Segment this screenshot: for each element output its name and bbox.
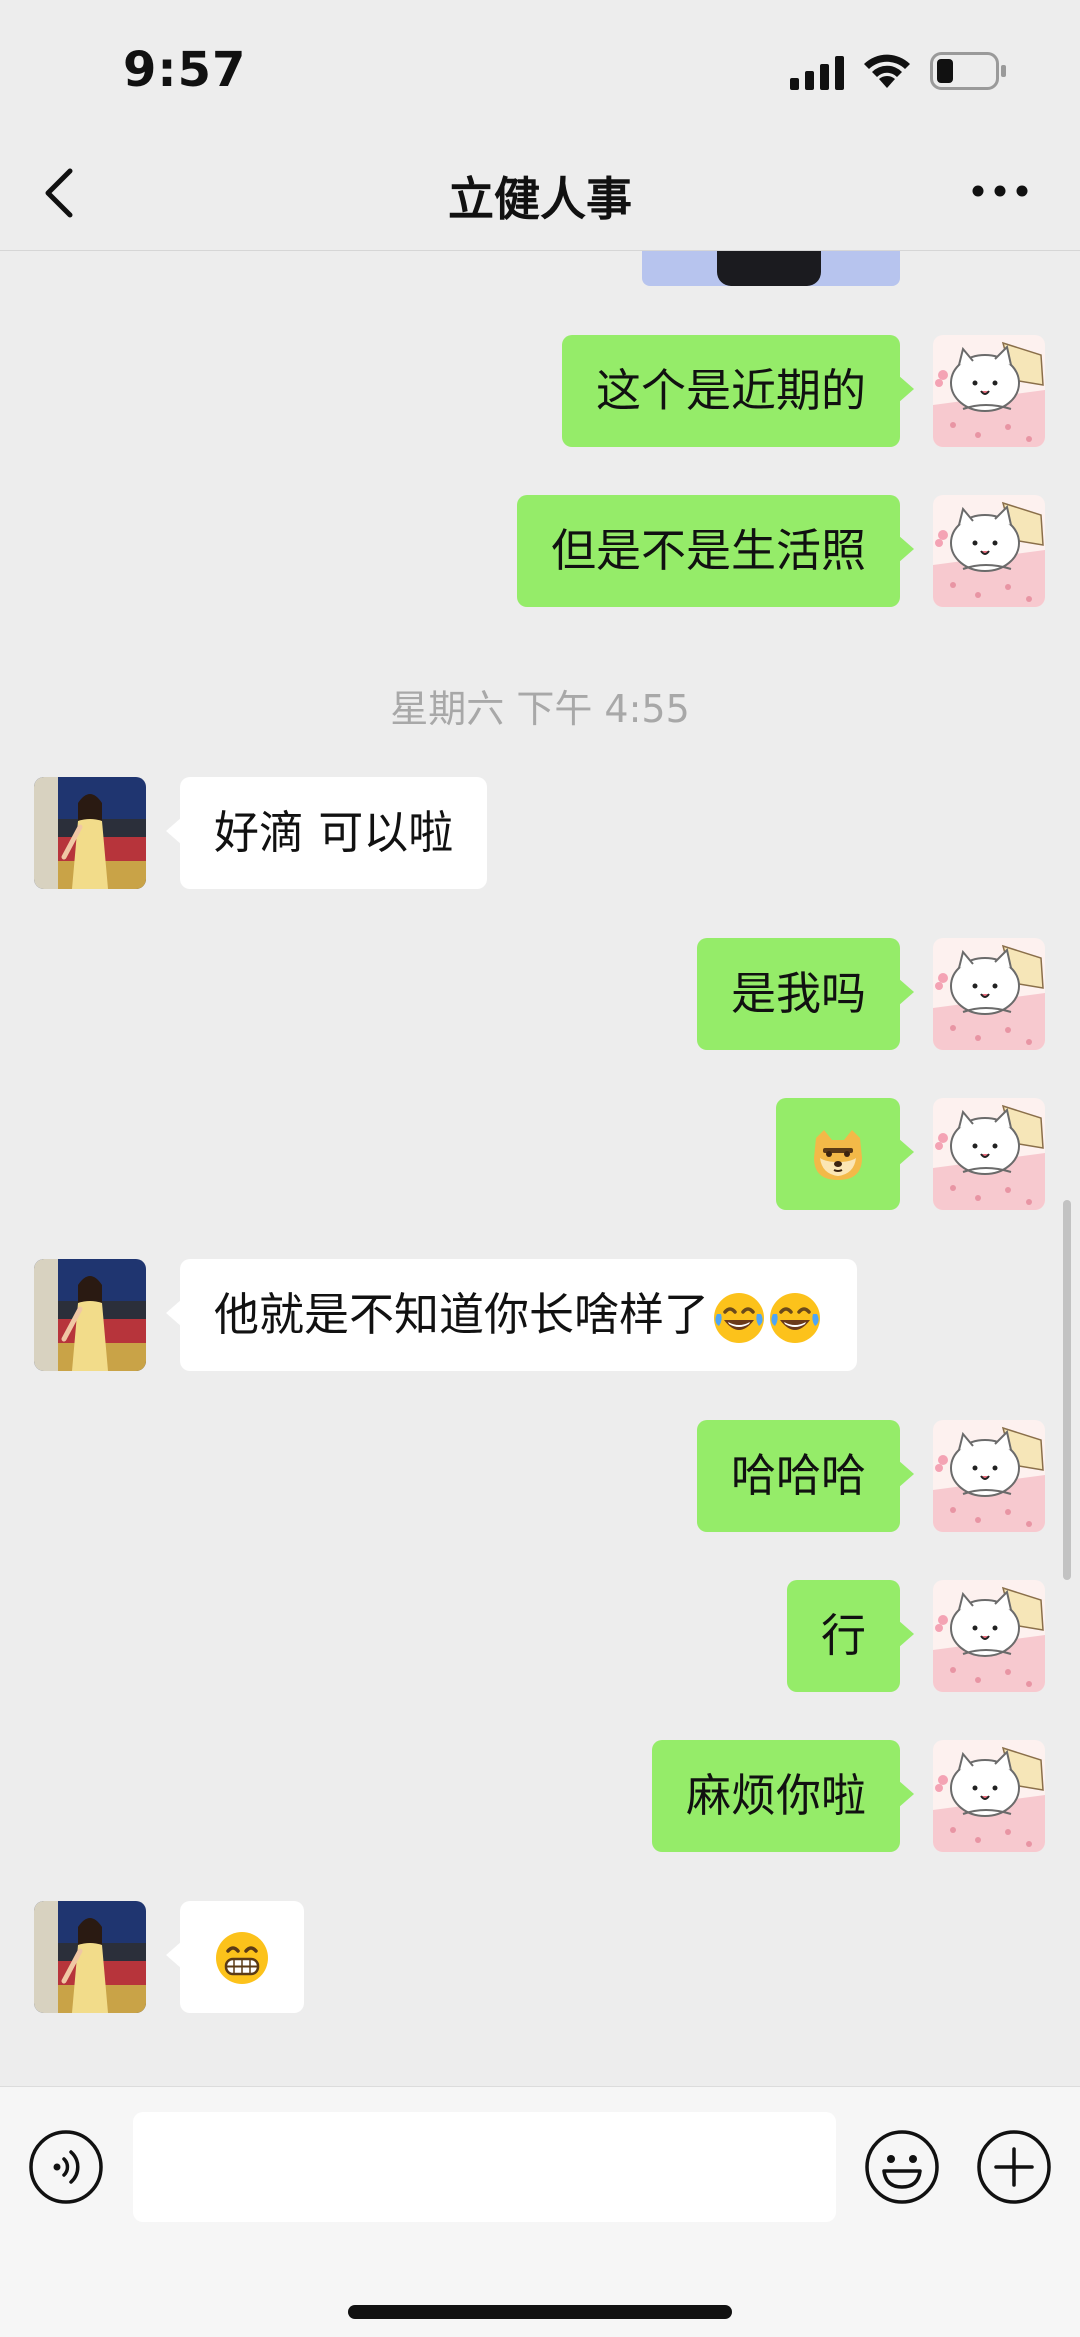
message-row-incoming	[0, 1901, 1080, 2013]
message-row-outgoing: 哈哈哈	[0, 1420, 1080, 1532]
message-row-outgoing: 麻烦你啦	[0, 1740, 1080, 1852]
status-time: 9:57	[123, 42, 247, 98]
grinning-face-icon	[216, 1932, 268, 1984]
cellular-signal-icon	[790, 56, 844, 90]
message-bubble-outgoing[interactable]: 是我吗	[696, 938, 915, 1050]
message-bubble-incoming[interactable]: 好滴 可以啦	[165, 777, 488, 889]
my-avatar[interactable]	[933, 938, 1045, 1050]
image-message-fragment[interactable]	[642, 251, 900, 286]
message-list[interactable]: 这个是近期的 但是不是生活照 星期六 下午 4:55 好滴 可以啦 是我吗 他就…	[0, 251, 1080, 2086]
my-avatar[interactable]	[933, 1420, 1045, 1532]
message-bubble-incoming[interactable]	[166, 1901, 304, 2013]
my-avatar[interactable]	[933, 495, 1045, 607]
time-divider: 星期六 下午 4:55	[390, 687, 690, 731]
message-bubble-outgoing[interactable]	[776, 1098, 914, 1210]
tears-of-joy-icon	[714, 1293, 765, 1343]
doge-face-icon	[814, 1130, 862, 1180]
message-row-outgoing	[0, 1098, 1080, 1210]
home-indicator[interactable]	[348, 2305, 732, 2319]
message-input[interactable]	[133, 2112, 836, 2222]
message-row-outgoing: 但是不是生活照	[0, 495, 1080, 607]
message-row-outgoing: 这个是近期的	[0, 335, 1080, 447]
battery-icon	[930, 52, 1006, 90]
message-bubble-outgoing[interactable]: 麻烦你啦	[651, 1740, 915, 1852]
message-text: 他就是不知道你长啥样了	[214, 1288, 710, 1341]
my-avatar[interactable]	[933, 1580, 1045, 1692]
message-row-incoming: 他就是不知道你长啥样了	[0, 1259, 1080, 1371]
contact-avatar[interactable]	[34, 1259, 146, 1371]
message-bubble-outgoing[interactable]: 行	[786, 1580, 915, 1692]
smiley-icon[interactable]	[864, 2129, 940, 2205]
input-bar	[0, 2086, 1080, 2337]
message-row-outgoing: 是我吗	[0, 938, 1080, 1050]
chat-header: 立健人事	[0, 135, 1080, 251]
message-bubble-incoming[interactable]: 他就是不知道你长啥样了	[165, 1259, 858, 1371]
tears-of-joy-icon	[770, 1293, 821, 1343]
message-bubble-outgoing[interactable]: 但是不是生活照	[516, 495, 915, 607]
plus-icon[interactable]	[976, 2129, 1052, 2205]
voice-icon[interactable]	[28, 2129, 104, 2205]
wifi-icon	[864, 54, 910, 88]
my-avatar[interactable]	[933, 1098, 1045, 1210]
message-row-outgoing: 行	[0, 1580, 1080, 1692]
contact-avatar[interactable]	[34, 777, 146, 889]
more-options-icon[interactable]	[970, 179, 1030, 203]
scrollbar[interactable]	[1063, 1200, 1071, 1580]
my-avatar[interactable]	[933, 1740, 1045, 1852]
message-bubble-outgoing[interactable]: 哈哈哈	[696, 1420, 915, 1532]
message-bubble-outgoing[interactable]: 这个是近期的	[561, 335, 915, 447]
chat-title: 立健人事	[448, 172, 632, 226]
status-bar: 9:57	[0, 0, 1080, 135]
contact-avatar[interactable]	[34, 1901, 146, 2013]
message-row-incoming: 好滴 可以啦	[0, 777, 1080, 889]
my-avatar[interactable]	[933, 335, 1045, 447]
